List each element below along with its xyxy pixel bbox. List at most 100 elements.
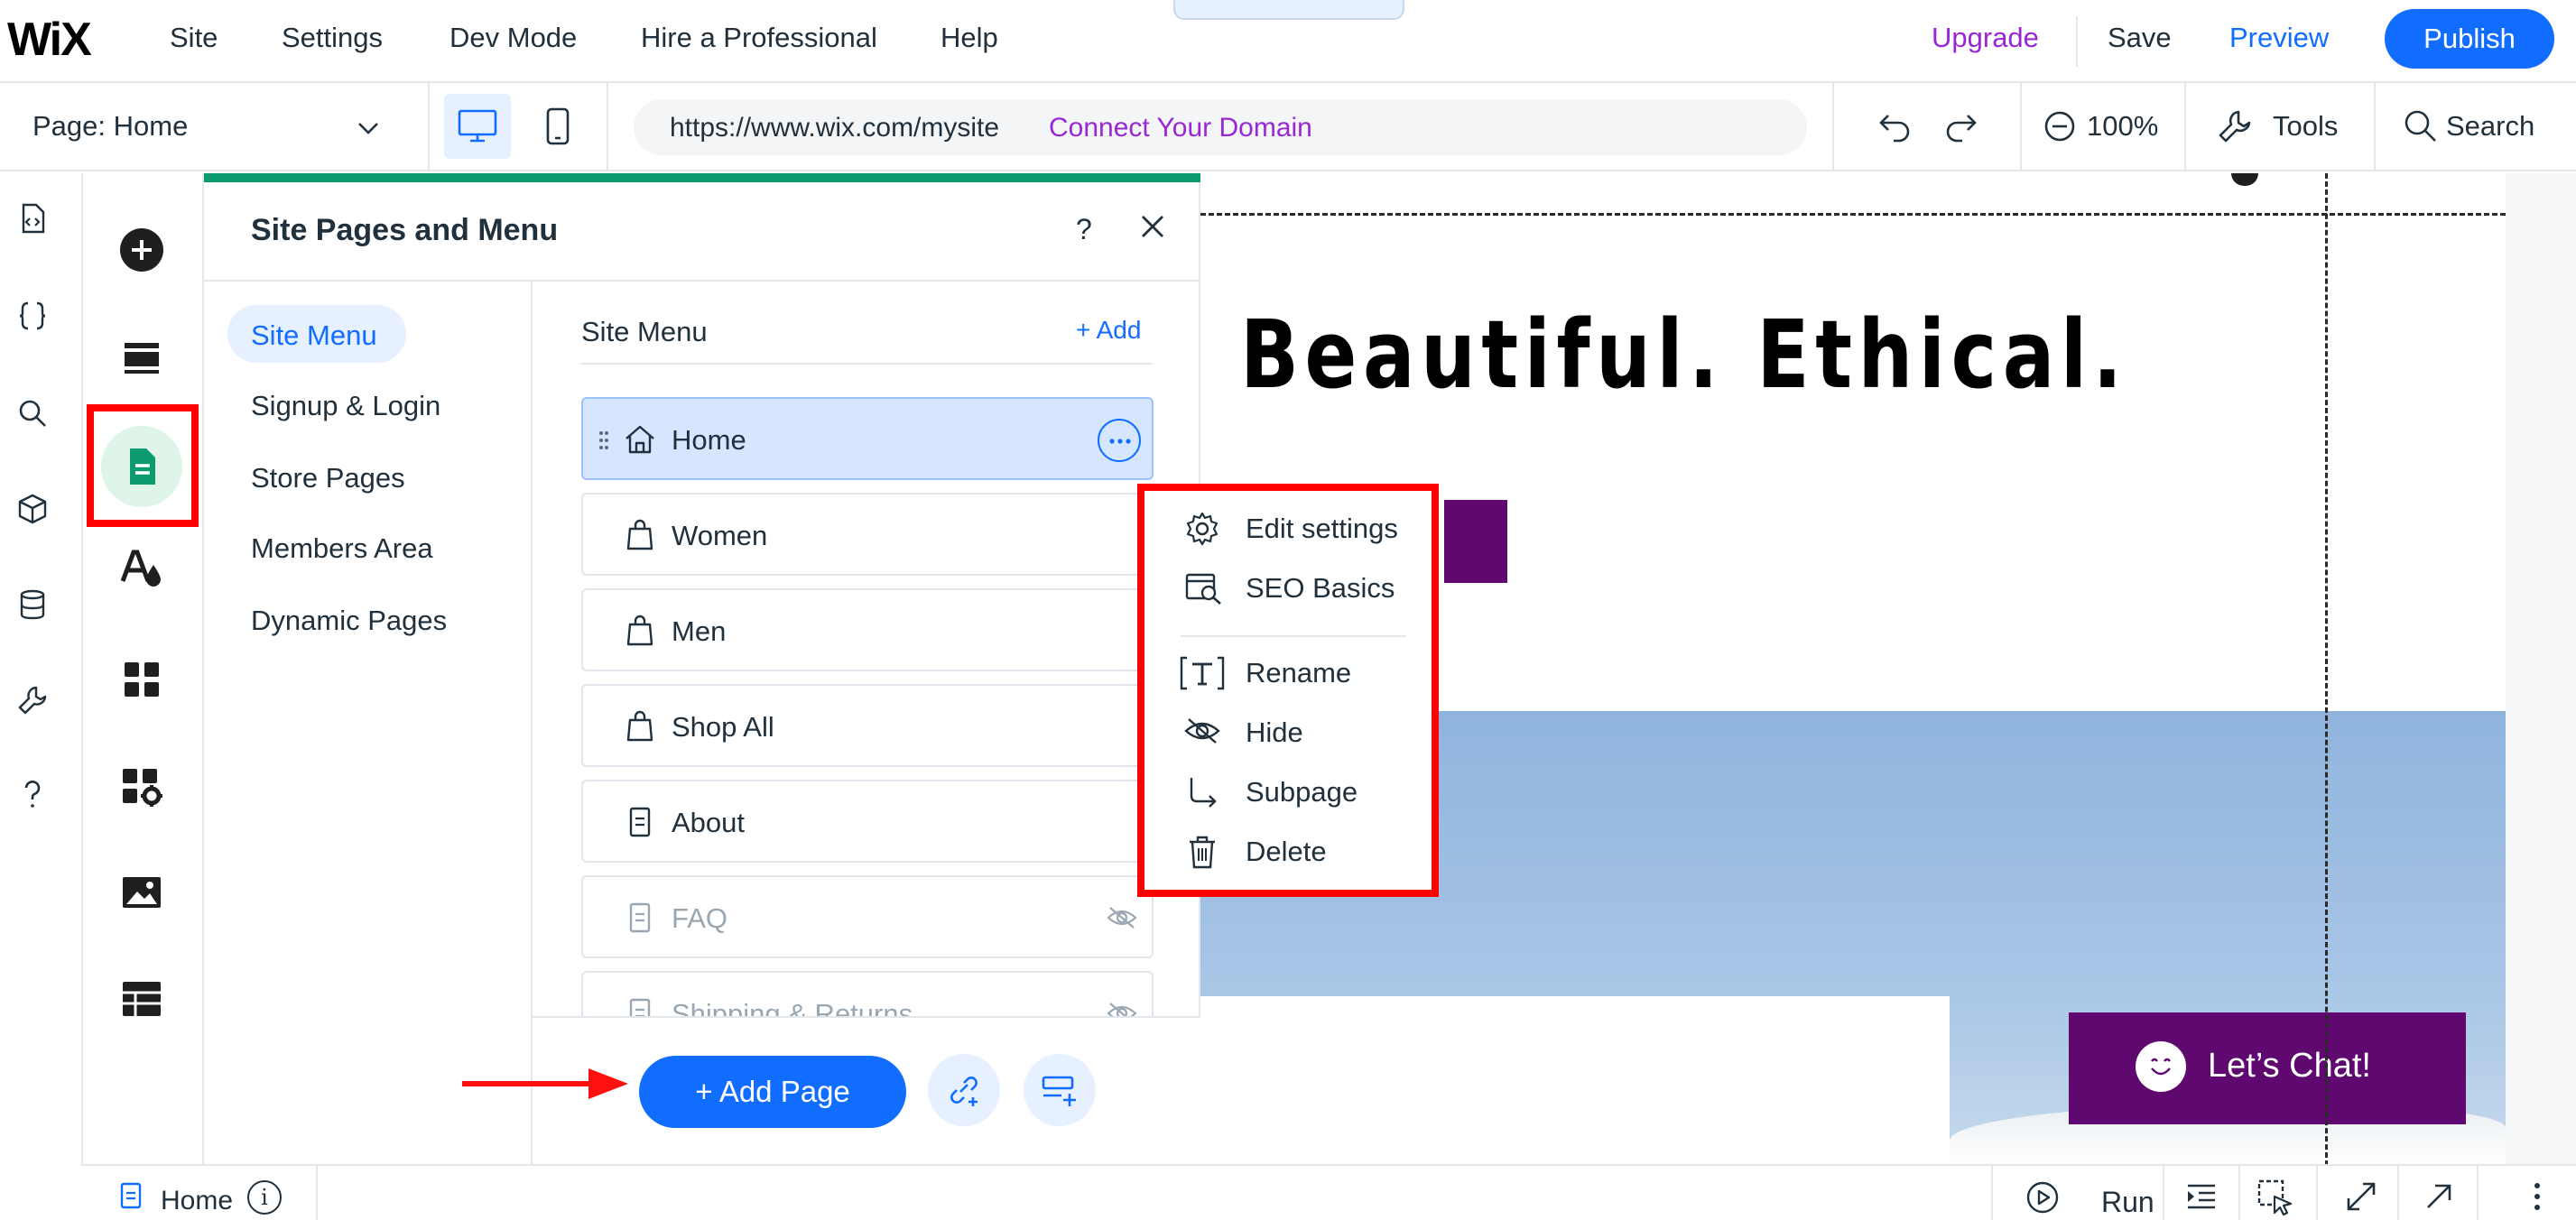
- tools-button[interactable]: Tools: [2273, 110, 2338, 143]
- menu-item-seo-basics[interactable]: SEO Basics: [1144, 558, 1432, 612]
- design-icon[interactable]: [119, 545, 164, 590]
- run-button[interactable]: Run: [2101, 1186, 2154, 1219]
- category-dynamic-pages[interactable]: Dynamic Pages: [251, 605, 447, 637]
- page-selector[interactable]: Page: Home: [32, 110, 188, 143]
- search-button[interactable]: Search: [2446, 110, 2534, 143]
- panel-help-button[interactable]: ?: [1076, 213, 1092, 246]
- page-row-women[interactable]: Women: [581, 493, 1511, 576]
- menu-item-subpage[interactable]: Subpage: [1144, 762, 1432, 816]
- open-external-icon[interactable]: [2423, 1180, 2455, 1213]
- mobile-view-button[interactable]: [531, 94, 585, 159]
- bag-icon: [626, 615, 653, 646]
- ellipsis-icon: [1109, 439, 1131, 444]
- divider: [2238, 1166, 2240, 1220]
- divider: [428, 83, 430, 170]
- menu-item-delete[interactable]: Delete: [1144, 821, 1432, 875]
- expand-icon[interactable]: [2345, 1180, 2377, 1213]
- collapse-toolbar-tab[interactable]: ⌃: [1173, 0, 1404, 20]
- menu-item-rename[interactable]: Rename: [1144, 642, 1432, 697]
- menu-help[interactable]: Help: [941, 22, 998, 54]
- wix-logo[interactable]: WiX: [7, 13, 92, 67]
- category-store-pages[interactable]: Store Pages: [251, 462, 405, 494]
- divider: [2184, 83, 2186, 170]
- connect-domain-link[interactable]: Connect Your Domain: [1049, 113, 1312, 143]
- hero-cta-button[interactable]: [1444, 500, 1507, 583]
- cms-icon[interactable]: [119, 976, 164, 1021]
- undo-icon[interactable]: [1877, 110, 1913, 143]
- site-url-field[interactable]: https://www.wix.com/mysite Connect Your …: [634, 99, 1807, 155]
- upgrade-link[interactable]: Upgrade: [1932, 22, 2039, 54]
- wrench-icon[interactable]: [16, 684, 49, 716]
- preview-button[interactable]: Preview: [2229, 22, 2329, 54]
- close-icon[interactable]: [1137, 211, 1168, 242]
- divider: [2374, 83, 2376, 170]
- page-row-about[interactable]: About: [581, 780, 1154, 863]
- code-page-icon[interactable]: [16, 202, 49, 235]
- publish-button[interactable]: Publish: [2385, 9, 2554, 69]
- divider: [2397, 1166, 2399, 1220]
- database-icon[interactable]: [16, 588, 49, 621]
- menu-plus-icon: [1042, 1076, 1076, 1106]
- category-signup-login[interactable]: Signup & Login: [251, 390, 440, 422]
- package-icon[interactable]: [16, 493, 49, 525]
- sections-icon[interactable]: [119, 336, 164, 381]
- add-menu-item-link[interactable]: + Add: [1076, 316, 1141, 345]
- more-vertical-icon[interactable]: [2533, 1180, 2542, 1213]
- search-icon[interactable]: [2403, 108, 2439, 144]
- page-row-shop-all[interactable]: Shop All: [581, 684, 1154, 767]
- menu-item-label: Hide: [1246, 716, 1303, 748]
- zoom-level[interactable]: 100%: [2087, 110, 2158, 143]
- chevron-down-icon[interactable]: [354, 114, 383, 143]
- drag-handle-icon[interactable]: [598, 430, 610, 451]
- add-menu-element-button[interactable]: [1024, 1054, 1096, 1126]
- page-icon: [120, 1182, 142, 1209]
- chat-button[interactable]: Let’s Chat!: [2069, 1012, 2466, 1124]
- media-icon[interactable]: [119, 870, 164, 915]
- divider: [1832, 83, 1834, 170]
- top-bar: WiX Site Settings Dev Mode Hire a Profes…: [0, 0, 2576, 83]
- tools-icon[interactable]: [2217, 108, 2253, 144]
- page-row-home[interactable]: Home: [581, 397, 1154, 480]
- add-page-button[interactable]: + Add Page: [639, 1056, 906, 1128]
- guide-line: [1200, 213, 2506, 216]
- help-icon[interactable]: [16, 778, 49, 810]
- trash-icon: [1190, 836, 1215, 869]
- hero-headline[interactable]: Beautiful. Ethical.: [1240, 300, 2128, 410]
- apps-icon[interactable]: [119, 657, 164, 702]
- save-button[interactable]: Save: [2108, 22, 2172, 54]
- page-row-men[interactable]: Men: [581, 588, 1154, 671]
- current-page-label[interactable]: Home: [161, 1186, 233, 1216]
- chevron-up-icon: ⌃: [1282, 0, 1303, 16]
- zoom-out-icon[interactable]: [2043, 110, 2076, 143]
- page-label: FAQ: [672, 902, 728, 934]
- menu-dev-mode[interactable]: Dev Mode: [449, 22, 577, 54]
- play-icon[interactable]: [2025, 1180, 2060, 1215]
- bag-icon: [626, 710, 653, 742]
- category-site-menu[interactable]: Site Menu: [251, 319, 377, 352]
- menu-item-hide[interactable]: Hide: [1144, 702, 1432, 756]
- more-actions-button[interactable]: [1098, 419, 1141, 462]
- page-row-faq[interactable]: FAQ: [581, 875, 1154, 958]
- category-members-area[interactable]: Members Area: [251, 532, 433, 565]
- menu-settings[interactable]: Settings: [282, 22, 383, 54]
- desktop-view-button[interactable]: [444, 94, 511, 159]
- menu-item-label: Rename: [1246, 657, 1352, 689]
- divider: [1181, 635, 1406, 637]
- add-link-button[interactable]: [928, 1054, 1000, 1126]
- select-cursor-icon[interactable]: [2256, 1178, 2294, 1216]
- redo-icon[interactable]: [1942, 110, 1978, 143]
- menu-hire-professional[interactable]: Hire a Professional: [641, 22, 877, 54]
- hide-eye-icon: [1184, 718, 1220, 744]
- info-icon[interactable]: i: [247, 1180, 282, 1215]
- menu-item-edit-settings[interactable]: Edit settings: [1144, 498, 1432, 552]
- search-icon[interactable]: [16, 397, 49, 430]
- divider: [607, 83, 608, 170]
- business-apps-icon[interactable]: [119, 763, 164, 809]
- add-plus-icon[interactable]: [119, 227, 164, 273]
- page-label: Men: [672, 615, 727, 647]
- divider: [2020, 83, 2022, 170]
- braces-icon[interactable]: [16, 300, 49, 332]
- menu-site[interactable]: Site: [170, 22, 218, 54]
- indent-icon[interactable]: [2184, 1180, 2219, 1215]
- link-plus-icon: [950, 1077, 978, 1106]
